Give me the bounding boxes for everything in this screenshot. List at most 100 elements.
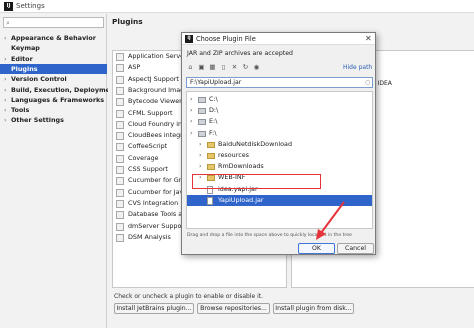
tree-item-e[interactable]: › E:\ xyxy=(187,116,372,127)
tree-item-f[interactable]: › F:\ xyxy=(187,128,372,139)
page-title: Plugins xyxy=(112,17,143,26)
plugin-icon xyxy=(116,75,124,84)
drive-icon xyxy=(198,119,206,126)
sidebar-item-plugins[interactable]: Plugins xyxy=(0,63,107,74)
desktop-icon[interactable]: ▣ xyxy=(197,63,206,72)
file-tree[interactable]: › C:\ › D:\ › E:\ › F:\ › BaiduNetdiskDownload › re… xyxy=(186,91,373,229)
hide-path-link[interactable]: Hide path xyxy=(343,64,372,71)
folder-icon xyxy=(207,153,215,159)
plugin-name: CoffeeScript xyxy=(128,142,168,151)
window-title: Settings xyxy=(16,2,45,10)
tree-item-rmdownloads[interactable]: › RmDownloads xyxy=(187,161,372,172)
plugin-icon xyxy=(116,211,124,220)
clear-path-icon[interactable]: ○ xyxy=(365,78,370,87)
search-icon: ⌕ xyxy=(6,19,10,27)
plugin-name: CSS Support xyxy=(128,165,168,173)
sidebar-item-keymap[interactable]: Keymap xyxy=(0,43,107,53)
chevron-right-icon: › xyxy=(4,75,7,84)
delete-icon[interactable]: ✕ xyxy=(230,63,239,72)
plugin-name: Background Image xyxy=(128,85,189,94)
plugin-name: Coverage xyxy=(128,153,159,162)
chevron-right-icon: › xyxy=(4,54,7,63)
chevron-right-icon: › xyxy=(4,116,7,125)
sidebar-item-appearance-behavior[interactable]: › Appearance & Behavior xyxy=(0,33,107,43)
folder-icon xyxy=(207,141,215,148)
close-icon[interactable]: ✕ xyxy=(365,34,372,43)
path-input[interactable]: F:\YapiUpload.jar ○ xyxy=(186,77,373,88)
project-icon[interactable]: ▦ xyxy=(208,63,217,72)
sidebar-item-tools[interactable]: › Tools xyxy=(0,105,107,115)
sidebar-item-label: Languages & Frameworks xyxy=(11,95,105,104)
refresh-icon[interactable]: ↻ xyxy=(241,63,250,72)
sidebar-item-label: Build, Execution, Deployment xyxy=(11,85,118,94)
chevron-right-icon[interactable]: › xyxy=(199,139,206,150)
plugin-name: CFML Support xyxy=(128,108,173,117)
chevron-right-icon: › xyxy=(4,34,7,42)
tree-item-label: resources xyxy=(218,151,249,159)
chevron-right-icon[interactable]: › xyxy=(199,150,206,161)
tree-item-label: C:\ xyxy=(209,95,218,103)
sidebar-item-label: Other Settings xyxy=(11,116,64,125)
sidebar-item-other-settings[interactable]: › Other Settings xyxy=(0,115,107,125)
tree-item-label: YapiUpload.jar xyxy=(218,195,264,204)
folder-icon xyxy=(207,164,215,171)
cancel-button[interactable]: Cancel xyxy=(337,243,374,254)
settings-search-input[interactable]: ⌕ xyxy=(3,17,104,28)
tree-item-label: D:\ xyxy=(209,106,219,115)
home-icon[interactable]: ⌂ xyxy=(186,63,195,72)
tree-item-d[interactable]: › D:\ xyxy=(187,105,372,116)
plugin-name: Bytecode Viewer xyxy=(128,97,182,106)
chevron-right-icon: › xyxy=(4,106,7,115)
plugin-name: Cucumber for Java xyxy=(128,187,188,196)
chevron-right-icon[interactable]: › xyxy=(190,105,197,116)
path-value: F:\YapiUpload.jar xyxy=(190,79,242,86)
browse-repositories-button[interactable]: Browse repositories... xyxy=(197,303,270,314)
plugin-icon xyxy=(116,132,124,141)
tree-item-label: F:\ xyxy=(209,128,217,137)
sidebar-item-languages-frameworks[interactable]: › Languages & Frameworks xyxy=(0,95,107,105)
tree-item-label: E:\ xyxy=(209,117,218,126)
plugin-icon xyxy=(116,109,124,118)
show-hidden-icon[interactable]: ◉ xyxy=(252,63,261,72)
sidebar-item-label: Editor xyxy=(11,54,33,63)
new-folder-icon[interactable]: ▯ xyxy=(219,63,228,72)
plugin-name: AspectJ Support xyxy=(128,74,179,83)
sidebar-item-editor[interactable]: › Editor xyxy=(0,54,107,64)
chevron-right-icon[interactable]: › xyxy=(190,116,197,127)
intellij-logo-icon: IJ xyxy=(185,35,193,43)
sidebar-item-label: Keymap xyxy=(11,44,40,53)
tree-item-label: BaiduNetdiskDownload xyxy=(218,139,293,148)
chevron-right-icon[interactable]: › xyxy=(190,128,197,139)
tree-item-c[interactable]: › C:\ xyxy=(187,94,372,105)
plugin-name: ASP xyxy=(128,63,141,72)
plugin-name: dmServer Support xyxy=(128,221,187,230)
chevron-right-icon[interactable]: › xyxy=(190,94,197,105)
install-plugin-from-disk-button[interactable]: Install plugin from disk... xyxy=(273,303,354,314)
sidebar-item-label: Tools xyxy=(11,106,30,115)
dialog-toolbar: ⌂ ▣ ▦ ▯ ✕ ↻ ◉ Hide path xyxy=(186,63,373,73)
tree-item-baidunetdiskdownload[interactable]: › BaiduNetdiskDownload xyxy=(187,139,372,150)
sidebar-item-version-control[interactable]: › Version Control xyxy=(0,74,107,84)
plugin-icon xyxy=(116,233,124,242)
plugin-icon xyxy=(116,64,124,73)
tree-item-yapiupload-jar[interactable]: YapiUpload.jar xyxy=(187,194,372,206)
sidebar-item-label: Version Control xyxy=(11,75,67,84)
drive-icon xyxy=(198,97,206,103)
install-jetbrains-plugin-button[interactable]: Install JetBrains plugin... xyxy=(114,303,194,314)
chevron-right-icon: › xyxy=(4,85,7,94)
drop-hint: Drag and drop a file into the space abov… xyxy=(187,233,352,238)
tree-item-resources[interactable]: › resources xyxy=(187,150,372,161)
choose-plugin-file-dialog: IJ Choose Plugin File ✕ JAR and ZIP arch… xyxy=(181,32,376,255)
ok-button[interactable]: OK xyxy=(298,243,335,254)
annotation-highlight-box xyxy=(192,174,321,189)
plugin-icon xyxy=(116,154,124,163)
dialog-title: Choose Plugin File xyxy=(196,35,256,43)
plugin-icon xyxy=(116,120,124,129)
tree-item-label: RmDownloads xyxy=(218,162,264,171)
plugin-icon xyxy=(116,143,124,152)
plugin-icon xyxy=(116,166,124,174)
sidebar-item-build-execution-deployment[interactable]: › Build, Execution, Deployment xyxy=(0,85,118,95)
chevron-right-icon[interactable]: › xyxy=(199,161,206,172)
drive-icon xyxy=(198,130,206,137)
plugin-icon xyxy=(116,86,124,95)
